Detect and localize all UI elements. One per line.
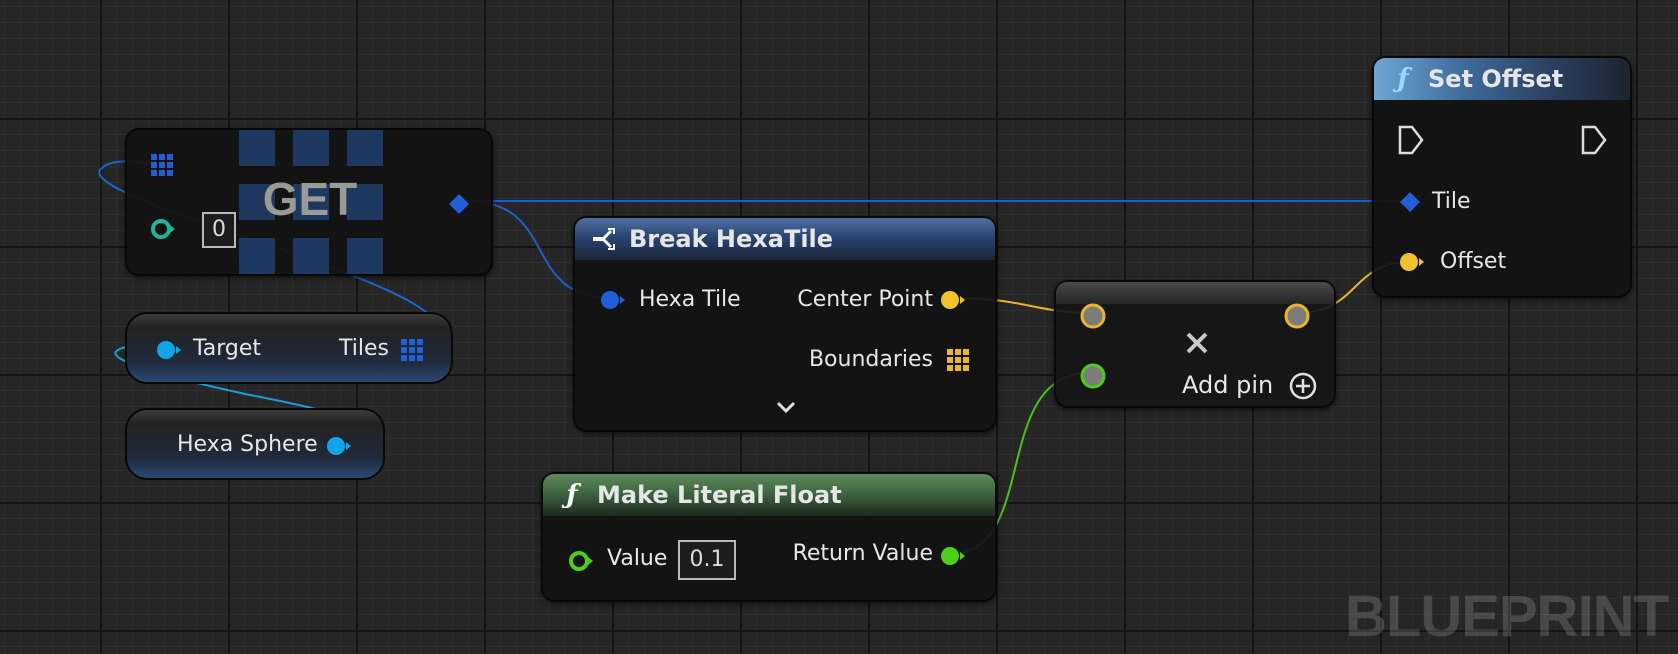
get-title: GET <box>262 173 358 225</box>
offset-label: Offset <box>1440 249 1507 274</box>
offset-input-pin[interactable] <box>1398 250 1428 274</box>
multiply-input-b-pin[interactable] <box>1078 361 1108 391</box>
index-value-field[interactable]: 0 <box>202 212 236 248</box>
boundaries-label: Boundaries <box>808 347 933 372</box>
return-value-label: Return Value <box>792 541 933 566</box>
target-input-pin[interactable] <box>155 338 185 362</box>
multiply-node[interactable]: Add pin <box>1054 280 1336 408</box>
set-offset-header: ƒ Set Offset <box>1374 58 1630 100</box>
tile-input-pin[interactable] <box>1398 190 1422 214</box>
break-hexatile-header: Break HexaTile <box>575 218 995 260</box>
make-literal-float-header: ƒ Make Literal Float <box>543 474 995 516</box>
target-label: Target <box>193 336 262 361</box>
center-point-output-pin[interactable] <box>939 288 969 312</box>
chevron-down-icon[interactable] <box>775 400 797 416</box>
tiles-output-pin[interactable] <box>401 339 423 361</box>
tiles-label: Tiles <box>339 336 389 361</box>
exec-input-pin[interactable] <box>1398 125 1424 155</box>
set-offset-title: Set Offset <box>1428 65 1564 93</box>
break-struct-icon <box>591 226 617 252</box>
hexa-sphere-label: Hexa Sphere <box>177 432 318 457</box>
hexa-sphere-getter-node[interactable]: Hexa Sphere <box>125 408 385 480</box>
multiply-output-pin[interactable] <box>1282 301 1312 331</box>
tiles-getter-node[interactable]: Target Tiles <box>125 312 453 384</box>
get-array-node[interactable]: GET 0 <box>125 128 493 276</box>
hexa-tile-input-pin[interactable] <box>599 288 629 312</box>
multiply-input-a-pin[interactable] <box>1078 301 1108 331</box>
get-output-pin[interactable] <box>447 192 471 216</box>
make-literal-float-title: Make Literal Float <box>597 481 842 509</box>
multiply-icon <box>1186 332 1208 354</box>
exec-output-pin[interactable] <box>1581 125 1607 155</box>
make-literal-float-node[interactable]: ƒ Make Literal Float Value 0.1 Return Va… <box>541 472 997 602</box>
add-pin-icon[interactable] <box>1288 371 1318 401</box>
function-icon: ƒ <box>566 480 578 510</box>
tile-label: Tile <box>1432 189 1471 214</box>
hexa-tile-label: Hexa Tile <box>639 287 741 312</box>
return-value-output-pin[interactable] <box>939 544 969 568</box>
value-label: Value <box>607 546 668 571</box>
hexa-sphere-output-pin[interactable] <box>325 434 355 458</box>
break-hexatile-title: Break HexaTile <box>629 225 834 253</box>
add-pin-label[interactable]: Add pin <box>1182 371 1273 399</box>
set-offset-node[interactable]: ƒ Set Offset Tile Offset <box>1372 56 1632 298</box>
value-field[interactable]: 0.1 <box>678 540 736 580</box>
function-icon: ƒ <box>1397 64 1409 94</box>
center-point-label: Center Point <box>797 287 933 312</box>
array-input-pin[interactable] <box>151 154 173 176</box>
index-input-pin[interactable] <box>151 218 181 240</box>
break-hexatile-node[interactable]: Break HexaTile Hexa Tile Center Point Bo… <box>573 216 997 432</box>
value-input-pin[interactable] <box>569 550 599 572</box>
boundaries-output-pin[interactable] <box>947 349 969 371</box>
